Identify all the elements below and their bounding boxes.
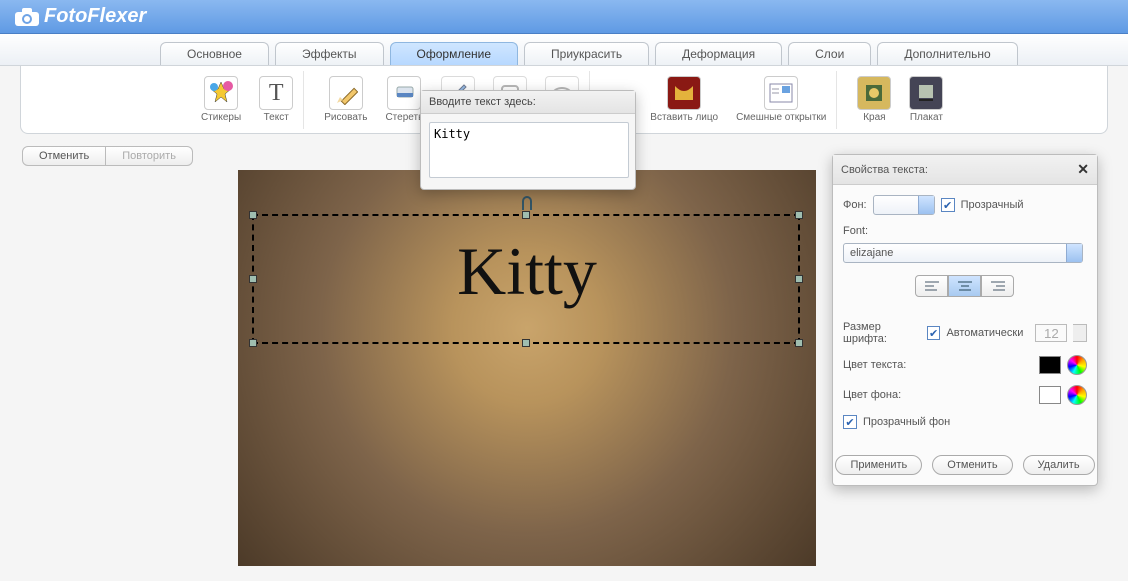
handle-sw[interactable] — [249, 339, 257, 347]
auto-label: Автоматически — [946, 327, 1023, 339]
font-value: elizajane — [850, 247, 893, 259]
main-tabs: Основное Эффекты Оформление Приукрасить … — [0, 34, 1128, 66]
handle-s[interactable] — [522, 339, 530, 347]
history-row: Отменить Повторить — [22, 146, 222, 166]
insert-face-label: Вставить лицо — [650, 112, 718, 123]
font-size-input[interactable] — [1035, 324, 1067, 342]
tab-distort[interactable]: Деформация — [655, 42, 782, 65]
redo-button[interactable]: Повторить — [106, 146, 193, 166]
postcards-button[interactable]: Смешные открытки — [736, 76, 826, 123]
app-name: FotoFlexer — [44, 5, 146, 28]
canvas-text[interactable]: Kitty — [238, 232, 816, 311]
camera-icon — [14, 7, 40, 27]
tab-beautify[interactable]: Приукрасить — [524, 42, 649, 65]
transparent-label: Прозрачный — [961, 199, 1024, 211]
app-header: FotoFlexer — [0, 0, 1128, 34]
frame-icon — [857, 76, 891, 110]
transparent-checkbox[interactable]: ✔ — [941, 198, 955, 212]
handle-n[interactable] — [522, 211, 530, 219]
close-icon[interactable]: ✕ — [1077, 161, 1089, 178]
size-label: Размер шрифта: — [843, 321, 921, 345]
text-button[interactable]: T Текст — [259, 76, 293, 123]
text-color-swatch[interactable] — [1039, 356, 1061, 374]
stickers-label: Стикеры — [201, 112, 241, 123]
poster-icon — [909, 76, 943, 110]
text-input-title: Вводите текст здесь: — [421, 91, 635, 114]
tab-advanced[interactable]: Дополнительно — [877, 42, 1017, 65]
erase-button[interactable]: Стереть — [385, 76, 423, 123]
draw-button[interactable]: Рисовать — [324, 76, 367, 123]
stickers-button[interactable]: Стикеры — [201, 76, 241, 123]
align-center-button[interactable] — [948, 275, 981, 297]
edges-label: Края — [863, 112, 885, 123]
auto-size-checkbox[interactable]: ✔ — [927, 326, 941, 340]
font-size-stepper[interactable] — [1073, 324, 1087, 342]
rotate-handle[interactable] — [522, 196, 532, 210]
cancel-button[interactable]: Отменить — [932, 455, 1012, 475]
poster-label: Плакат — [910, 112, 943, 123]
tab-decorate[interactable]: Оформление — [390, 42, 518, 65]
bg-color-picker[interactable] — [1067, 385, 1087, 405]
undo-button[interactable]: Отменить — [22, 146, 106, 166]
font-select[interactable]: elizajane — [843, 243, 1083, 263]
theater-icon — [667, 76, 701, 110]
stickers-icon — [204, 76, 238, 110]
text-color-label: Цвет текста: — [843, 359, 923, 371]
tab-effects[interactable]: Эффекты — [275, 42, 384, 65]
insert-face-button[interactable]: Вставить лицо — [650, 76, 718, 123]
tab-basic[interactable]: Основное — [160, 42, 269, 65]
tab-layers[interactable]: Слои — [788, 42, 871, 65]
handle-ne[interactable] — [795, 211, 803, 219]
handle-nw[interactable] — [249, 211, 257, 219]
text-input-field[interactable] — [429, 122, 629, 178]
handle-se[interactable] — [795, 339, 803, 347]
draw-label: Рисовать — [324, 112, 367, 123]
postcard-icon — [764, 76, 798, 110]
canvas[interactable]: Kitty — [238, 170, 816, 566]
font-label: Font: — [843, 225, 1087, 237]
bg-color-label: Цвет фона: — [843, 389, 923, 401]
postcards-label: Смешные открытки — [736, 112, 826, 123]
erase-label: Стереть — [385, 112, 423, 123]
transparent-bg-label: Прозрачный фон — [863, 416, 950, 428]
text-icon: T — [259, 76, 293, 110]
edges-button[interactable]: Края — [857, 76, 891, 123]
app-logo: FotoFlexer — [14, 5, 146, 28]
poster-button[interactable]: Плакат — [909, 76, 943, 123]
props-title: Свойства текста: — [841, 164, 928, 176]
align-right-button[interactable] — [981, 275, 1014, 297]
bg-label: Фон: — [843, 199, 867, 211]
bg-color-swatch[interactable] — [1039, 386, 1061, 404]
transparent-bg-checkbox[interactable]: ✔ — [843, 415, 857, 429]
bg-select[interactable] — [873, 195, 935, 215]
text-label: Текст — [264, 112, 289, 123]
text-properties-panel: Свойства текста: ✕ Фон: ✔ Прозрачный Fon… — [832, 154, 1098, 486]
text-color-picker[interactable] — [1067, 355, 1087, 375]
eraser-icon — [387, 76, 421, 110]
apply-button[interactable]: Применить — [835, 455, 922, 475]
text-input-popup: Вводите текст здесь: — [420, 90, 636, 190]
align-left-button[interactable] — [915, 275, 948, 297]
pencil-icon — [329, 76, 363, 110]
delete-button[interactable]: Удалить — [1023, 455, 1095, 475]
